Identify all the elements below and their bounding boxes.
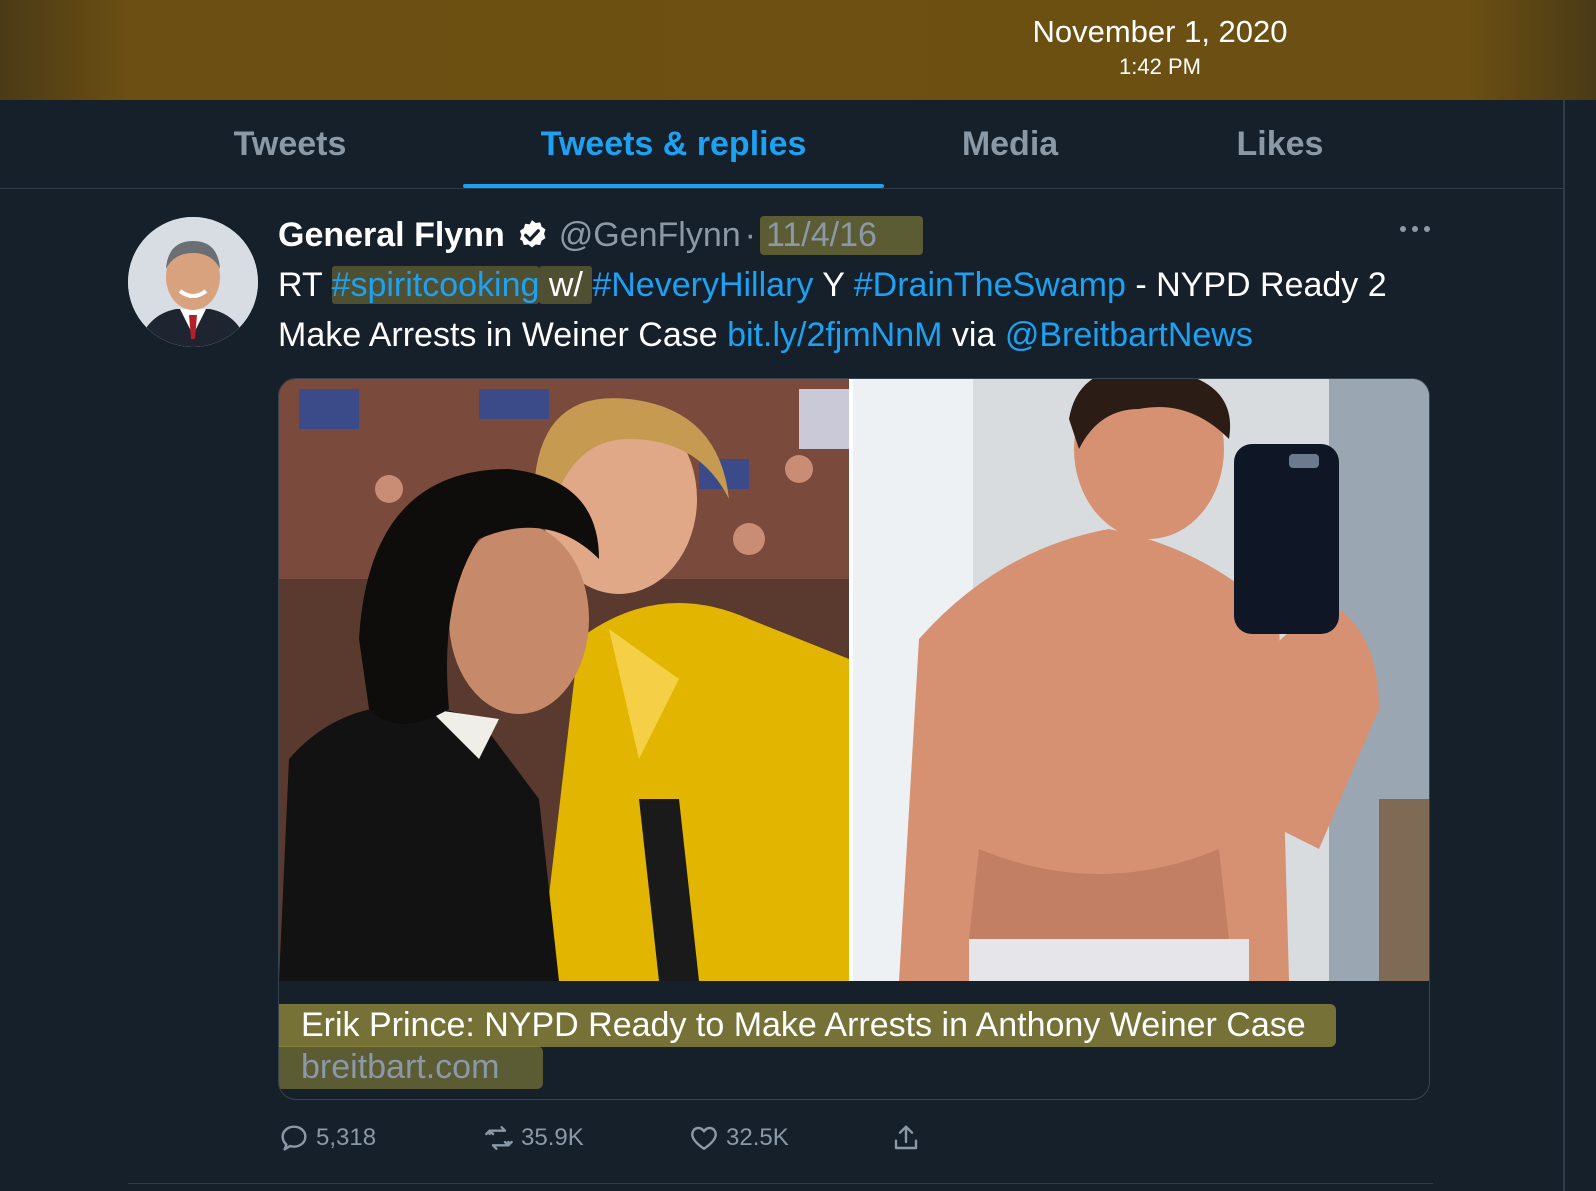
url-link[interactable]: bit.ly/2fjmNnM [727, 316, 942, 354]
link-card[interactable]: Erik Prince: NYPD Ready to Make Arrests … [278, 378, 1430, 1100]
retweet-button[interactable]: 35.9K [483, 1118, 584, 1158]
tab-likes-label: Likes [1236, 124, 1324, 163]
avatar[interactable] [128, 217, 258, 347]
author-name[interactable]: General Flynn [278, 216, 505, 255]
tab-media[interactable]: Media [900, 100, 1120, 188]
avatar-portrait-icon [128, 217, 258, 347]
like-count: 32.5K [726, 1124, 789, 1151]
author-handle[interactable]: @GenFlynn [559, 216, 741, 255]
hashtag-link[interactable]: #DrainTheSwamp [854, 266, 1126, 304]
text-segment: w/ [539, 266, 593, 304]
reply-button[interactable]: 5,318 [278, 1118, 376, 1158]
reply-count: 5,318 [316, 1124, 377, 1151]
status-time: 1:42 PM [1119, 54, 1201, 79]
tab-tweets[interactable]: Tweets [170, 100, 410, 188]
text-segment: RT [278, 266, 332, 304]
more-options-icon[interactable] [1395, 214, 1435, 244]
tab-tweets-and-replies-label: Tweets & replies [540, 124, 807, 163]
profile-tabs: Tweets Tweets & replies Media Likes [0, 100, 1563, 189]
tweet-header: General Flynn @GenFlynn · 11/4/16 [278, 210, 923, 260]
share-icon [894, 1125, 918, 1150]
share-button[interactable] [890, 1118, 928, 1158]
status-date: November 1, 2020 [1032, 14, 1288, 49]
verified-badge-icon [519, 220, 546, 248]
tweet-divider [128, 1183, 1433, 1184]
tab-media-label: Media [961, 124, 1059, 163]
mention-link[interactable]: @BreitbartNews [1005, 316, 1253, 354]
card-photo-composite [279, 379, 1429, 981]
ellipsis-icon [1400, 226, 1430, 232]
header-separator: · [744, 215, 756, 254]
status-bar: November 1, 2020 1:42 PM [0, 0, 1596, 100]
tab-likes[interactable]: Likes [1170, 100, 1390, 188]
text-segment: via [942, 316, 1005, 354]
card-image [279, 379, 1429, 981]
retweet-count: 35.9K [521, 1124, 584, 1151]
right-strip [1565, 100, 1596, 1191]
heart-icon [691, 1126, 717, 1150]
text-segment: Y [813, 266, 854, 304]
card-domain: breitbart.com [279, 1046, 544, 1089]
retweet-icon [485, 1126, 513, 1150]
tweet-actions: 5,318 35.9K 32.5K [278, 1118, 978, 1158]
tab-tweets-label: Tweets [233, 124, 347, 163]
tab-tweets-and-replies[interactable]: Tweets & replies [463, 100, 884, 188]
reply-icon [281, 1125, 307, 1151]
card-title[interactable]: Erik Prince: NYPD Ready to Make Arrests … [279, 1004, 1336, 1047]
active-tab-indicator [463, 184, 884, 188]
tweet-text: RT #spiritcooking w/ #NeveryHillary Y #D… [278, 260, 1438, 360]
hashtag-link[interactable]: #NeveryHillary [592, 266, 813, 304]
hashtag-link[interactable]: #spiritcooking [331, 266, 540, 304]
like-button[interactable]: 32.5K [688, 1118, 789, 1158]
tweet-date[interactable]: 11/4/16 [759, 215, 923, 255]
